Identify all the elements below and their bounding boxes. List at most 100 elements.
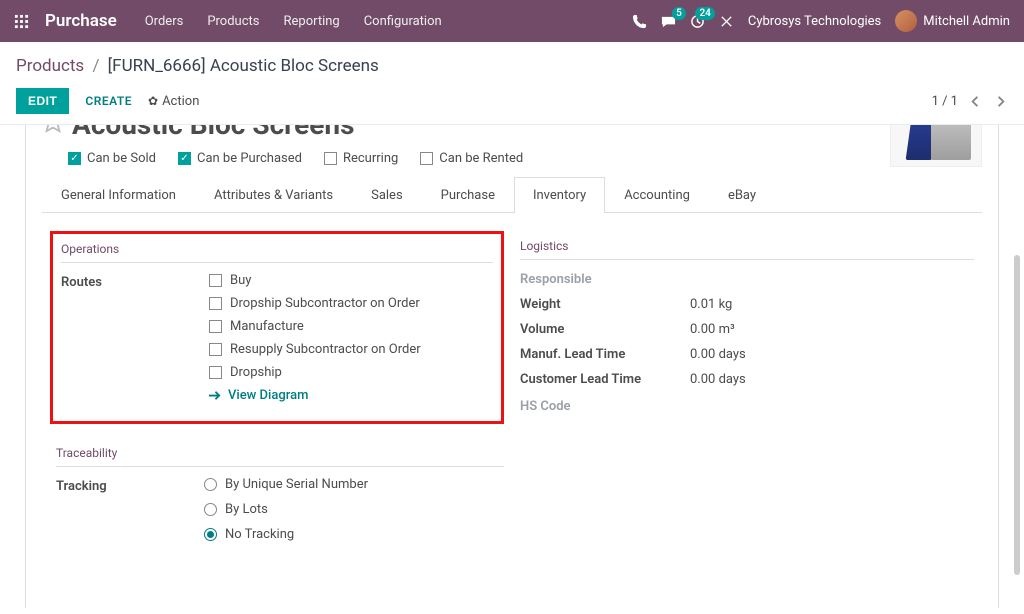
route-label: Resupply Subcontractor on Order [230,342,421,357]
pager-prev[interactable] [968,93,983,108]
radio-icon [204,503,217,516]
weight-value: 0.01 kg [690,297,732,312]
radio-icon [204,528,217,541]
nav-orders[interactable]: Orders [145,14,184,29]
user-name: Mitchell Admin [923,14,1010,29]
tracking-none[interactable]: No Tracking [204,527,504,542]
title-bar: Acoustic Bloc Screens [42,125,982,139]
customer-lead-label: Customer Lead Time [520,372,690,387]
nav-configuration[interactable]: Configuration [364,14,442,29]
left-column: Operations Routes Buy Dropship Subcontra… [42,231,512,552]
responsible-label: Responsible [520,270,690,287]
checkbox-icon [209,343,222,356]
breadcrumb-current: [FURN_6666] Acoustic Bloc Screens [108,56,379,76]
action-label: Action [162,94,199,109]
product-title: Acoustic Bloc Screens [72,125,354,139]
breadcrumb-root[interactable]: Products [16,56,84,76]
section-traceability: Traceability [56,438,504,467]
route-label: Manufacture [230,319,304,334]
routes-options: Buy Dropship Subcontractor on Order Manu… [209,273,493,403]
arrow-right-icon [207,388,222,403]
edit-button[interactable]: EDIT [16,88,69,114]
tracking-options: By Unique Serial Number By Lots No Track… [204,477,504,552]
app-brand[interactable]: Purchase [45,11,117,31]
product-image[interactable] [890,125,982,167]
tab-attributes[interactable]: Attributes & Variants [195,177,352,213]
gear-icon: ✿ [148,94,158,108]
flag-label: Recurring [343,151,398,166]
tracking-label: Tracking [56,477,204,552]
sheet-wrapper: Acoustic Bloc Screens ✓ Can be Sold ✓ Ca… [0,124,1024,608]
route-dropship[interactable]: Dropship [209,365,493,380]
nav-products[interactable]: Products [207,14,259,29]
checkbox-icon [209,297,222,310]
nav-menus: Orders Products Reporting Configuration [145,14,442,29]
company-name[interactable]: Cybrosys Technologies [748,14,881,29]
volume-value: 0.00 m³ [690,322,735,337]
favorite-star-icon[interactable] [42,125,64,137]
tabs: General Information Attributes & Variant… [42,176,982,213]
activity-icon[interactable]: 24 [690,13,705,28]
debug-icon[interactable] [719,13,734,28]
route-dropship-subcontractor[interactable]: Dropship Subcontractor on Order [209,296,493,311]
tracking-option-label: By Lots [225,502,268,517]
flag-label: Can be Purchased [197,151,302,166]
right-column: Logistics Responsible Weight 0.01 kg Vol… [512,231,982,552]
tab-body-inventory: Operations Routes Buy Dropship Subcontra… [42,213,982,552]
checkbox-icon: ✓ [68,152,81,165]
tab-ebay[interactable]: eBay [709,177,775,213]
activity-badge: 24 [695,7,714,20]
checkbox-icon [324,152,337,165]
route-label: Buy [230,273,251,288]
route-manufacture[interactable]: Manufacture [209,319,493,334]
pager-next[interactable] [993,93,1008,108]
nav-reporting[interactable]: Reporting [283,14,339,29]
phone-icon[interactable] [632,13,647,28]
apps-icon[interactable] [14,13,29,28]
tab-sales[interactable]: Sales [352,177,422,213]
tab-inventory[interactable]: Inventory [514,177,605,213]
flags-row: ✓ Can be Sold ✓ Can be Purchased Recurri… [68,151,982,166]
form-sheet: Acoustic Bloc Screens ✓ Can be Sold ✓ Ca… [25,125,999,608]
routes-label: Routes [61,273,209,403]
action-row: EDIT CREATE ✿ Action 1 / 1 [16,88,1008,114]
volume-label: Volume [520,322,690,337]
scrollbar[interactable] [1014,255,1020,575]
flag-can-be-sold[interactable]: ✓ Can be Sold [68,151,156,166]
tab-purchase[interactable]: Purchase [422,177,514,213]
radio-icon [204,478,217,491]
tab-accounting[interactable]: Accounting [605,177,709,213]
tracking-by-lots[interactable]: By Lots [204,502,504,517]
customer-lead-value: 0.00 days [690,372,746,387]
tracking-option-label: By Unique Serial Number [225,477,368,492]
operations-highlight-box: Operations Routes Buy Dropship Subcontra… [50,231,504,424]
flag-label: Can be Sold [87,151,156,166]
breadcrumb: Products / [FURN_6666] Acoustic Bloc Scr… [16,56,1008,76]
weight-label: Weight [520,297,690,312]
flag-recurring[interactable]: Recurring [324,151,398,166]
subheader: Products / [FURN_6666] Acoustic Bloc Scr… [0,42,1024,114]
pager: 1 / 1 [932,93,1008,108]
messaging-icon[interactable]: 5 [661,13,676,28]
tab-general[interactable]: General Information [42,177,195,213]
action-dropdown[interactable]: ✿ Action [148,94,199,109]
chat-badge: 5 [672,7,686,20]
checkbox-icon [209,366,222,379]
manuf-lead-label: Manuf. Lead Time [520,347,690,362]
avatar [895,10,917,32]
create-button[interactable]: CREATE [85,94,132,108]
view-diagram-link[interactable]: View Diagram [207,388,493,403]
route-resupply-subcontractor[interactable]: Resupply Subcontractor on Order [209,342,493,357]
user-menu[interactable]: Mitchell Admin [895,10,1010,32]
route-buy[interactable]: Buy [209,273,493,288]
flag-can-be-rented[interactable]: Can be Rented [420,151,523,166]
top-nav: Purchase Orders Products Reporting Confi… [0,0,1024,42]
checkbox-icon: ✓ [178,152,191,165]
tracking-by-serial[interactable]: By Unique Serial Number [204,477,504,492]
route-label: Dropship Subcontractor on Order [230,296,420,311]
flag-can-be-purchased[interactable]: ✓ Can be Purchased [178,151,302,166]
manuf-lead-value: 0.00 days [690,347,746,362]
nav-right: 5 24 Cybrosys Technologies Mitchell Admi… [632,10,1010,32]
pager-text: 1 / 1 [932,94,958,109]
hscode-label: HS Code [520,397,690,414]
